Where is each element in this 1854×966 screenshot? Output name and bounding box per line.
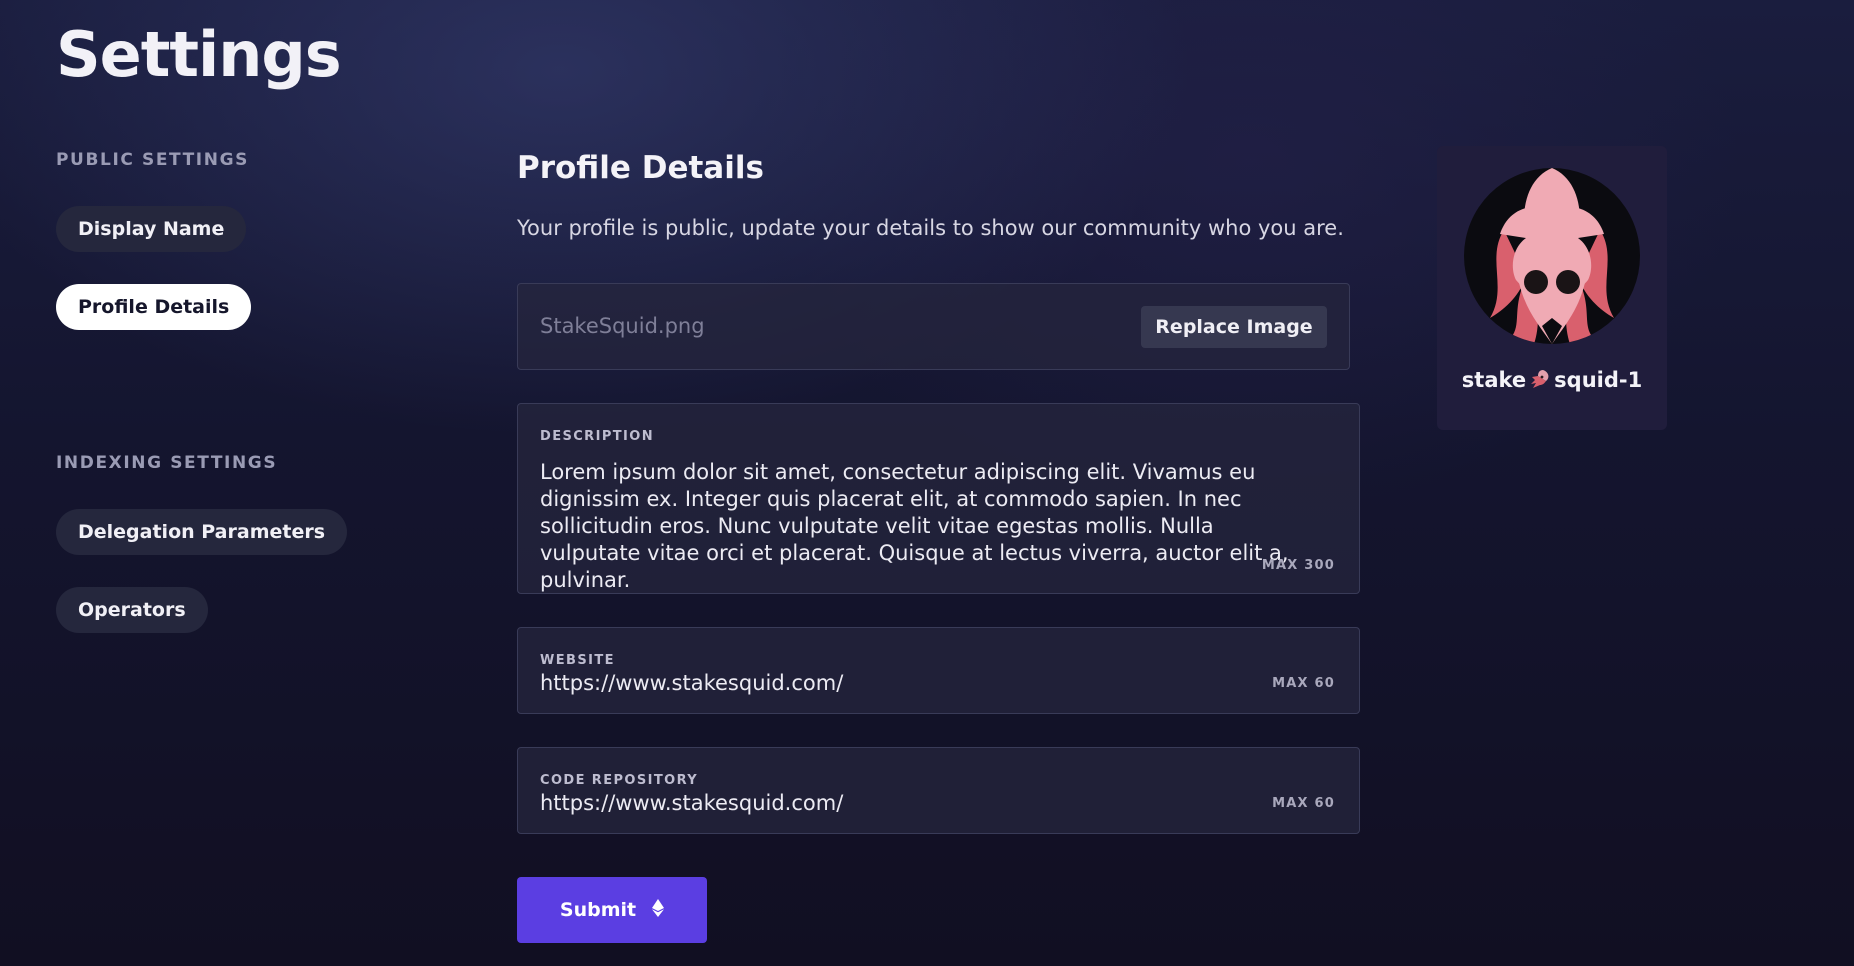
website-field[interactable]: WEBSITE https://www.stakesquid.com/ MAX … (517, 627, 1360, 714)
profile-card: stake squid-1 (1437, 146, 1667, 430)
code-repository-max: MAX 60 (1272, 796, 1335, 811)
code-repository-field[interactable]: CODE REPOSITORY https://www.stakesquid.c… (517, 747, 1360, 834)
squid-avatar (1464, 168, 1640, 344)
submit-label: Submit (559, 899, 637, 921)
website-max: MAX 60 (1272, 676, 1335, 691)
website-value[interactable]: https://www.stakesquid.com/ (540, 671, 843, 695)
code-repository-value[interactable]: https://www.stakesquid.com/ (540, 791, 843, 815)
description-text[interactable]: Lorem ipsum dolor sit amet, consectetur … (540, 459, 1300, 594)
description-field[interactable]: DESCRIPTION Lorem ipsum dolor sit amet, … (517, 403, 1360, 594)
code-repository-label: CODE REPOSITORY (540, 773, 699, 788)
sidebar-item-delegation-parameters[interactable]: Delegation Parameters (56, 509, 348, 555)
image-filename: StakeSquid.png (540, 314, 705, 338)
submit-button[interactable]: Submit (517, 877, 707, 943)
website-label: WEBSITE (540, 653, 615, 668)
sidebar-item-operators[interactable]: Operators (56, 587, 208, 633)
profile-name: stake squid-1 (1437, 368, 1667, 392)
panel-subtitle: Your profile is public, update your deta… (517, 216, 1344, 240)
squid-emoji-icon (1529, 368, 1551, 390)
panel-title: Profile Details (517, 150, 764, 186)
description-max: MAX 300 (1261, 558, 1335, 573)
sidebar-item-profile-details[interactable]: Profile Details (56, 284, 252, 330)
image-upload-field[interactable]: StakeSquid.png Replace Image (517, 283, 1350, 370)
description-label: DESCRIPTION (540, 429, 654, 444)
indexing-settings-label: INDEXING SETTINGS (56, 453, 278, 473)
public-settings-label: PUBLIC SETTINGS (56, 150, 249, 170)
profile-name-right: squid-1 (1554, 368, 1643, 392)
ethereum-icon (652, 898, 665, 922)
profile-name-left: stake (1461, 368, 1527, 392)
replace-image-button[interactable]: Replace Image (1141, 306, 1327, 348)
page-title: Settings (56, 18, 342, 91)
sidebar-item-display-name[interactable]: Display Name (56, 206, 247, 252)
